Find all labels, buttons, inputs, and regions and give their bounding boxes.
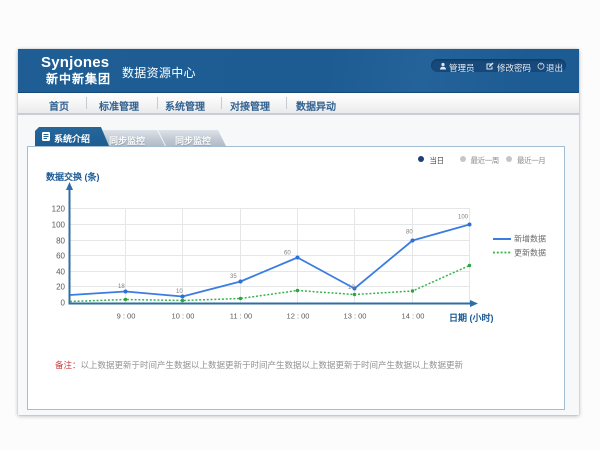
svg-text:10 : 00: 10 : 00 xyxy=(172,312,195,321)
svg-text:100: 100 xyxy=(458,215,469,221)
svg-text:80: 80 xyxy=(406,230,413,236)
svg-text:10: 10 xyxy=(348,285,355,291)
svg-text:40: 40 xyxy=(56,268,65,277)
svg-text:80: 80 xyxy=(56,237,65,246)
svg-text:更新数据: 更新数据 xyxy=(514,248,546,258)
svg-text:9 : 00: 9 : 00 xyxy=(117,312,136,321)
svg-text:18: 18 xyxy=(118,284,125,290)
svg-text:12 : 00: 12 : 00 xyxy=(287,312,310,321)
svg-text:35: 35 xyxy=(230,274,237,280)
svg-text:100: 100 xyxy=(52,221,66,230)
svg-text:14 : 00: 14 : 00 xyxy=(402,312,425,321)
svg-text:120: 120 xyxy=(52,205,66,214)
svg-text:10: 10 xyxy=(176,289,183,295)
svg-text:60: 60 xyxy=(284,251,291,257)
svg-text:0: 0 xyxy=(61,299,66,308)
svg-text:11 : 00: 11 : 00 xyxy=(230,312,252,321)
svg-text:20: 20 xyxy=(56,283,65,292)
svg-text:13 : 00: 13 : 00 xyxy=(344,312,367,321)
svg-text:新增数据: 新增数据 xyxy=(514,234,546,244)
svg-text:60: 60 xyxy=(56,252,65,261)
